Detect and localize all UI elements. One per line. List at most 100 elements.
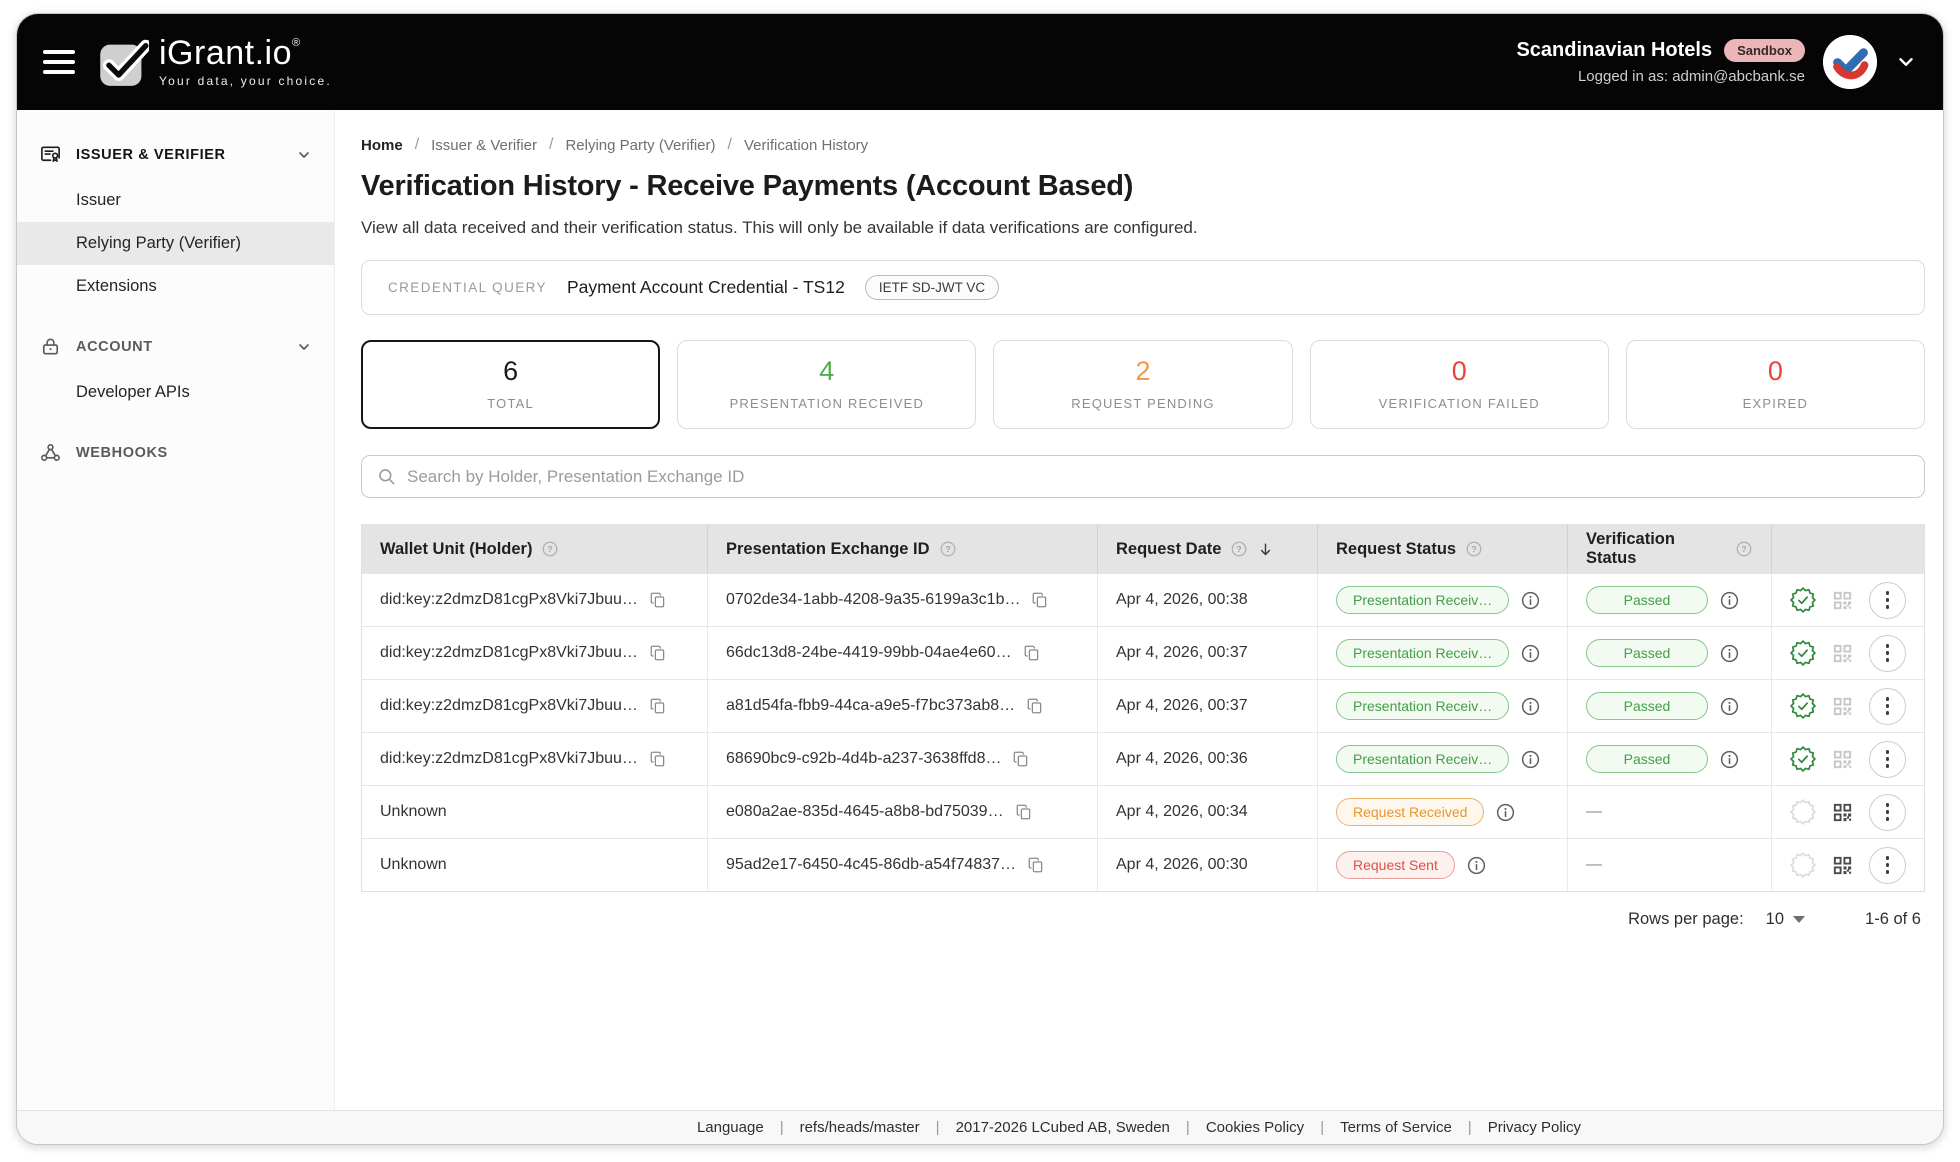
breadcrumb-relying-party[interactable]: Relying Party (Verifier) [565,137,715,154]
footer-privacy-link[interactable]: Privacy Policy [1488,1119,1581,1136]
footer-cookies-policy-link[interactable]: Cookies Policy [1206,1119,1304,1136]
sidebar-item-developer-apis[interactable]: Developer APIs [17,371,334,414]
verification-status-badge: Passed [1586,692,1708,720]
info-icon[interactable] [1520,643,1541,664]
copy-icon[interactable] [1031,591,1049,609]
logged-in-as: Logged in as: admin@abcbank.se [1516,68,1805,85]
row-actions-menu-icon[interactable] [1869,688,1906,725]
breadcrumb-separator: / [415,136,419,154]
credential-format-badge: IETF SD-JWT VC [865,275,999,300]
sidebar-item-extensions[interactable]: Extensions [17,265,334,308]
footer-terms-link[interactable]: Terms of Service [1340,1119,1452,1136]
verification-status-empty: — [1586,856,1602,874]
help-icon[interactable]: ? [1735,540,1753,558]
footer-language-link[interactable]: Language [697,1119,764,1136]
rows-per-page-select[interactable]: 10 [1766,910,1805,929]
sidebar-item-issuer[interactable]: Issuer [17,179,334,222]
credential-query-value: Payment Account Credential - TS12 [567,277,845,298]
hamburger-menu-icon[interactable] [43,50,75,74]
sidebar-item-relying-party[interactable]: Relying Party (Verifier) [17,222,334,265]
qr-code-icon[interactable] [1831,854,1854,877]
table-row: Unknown e080a2ae-835d-4645-a8b8-bd75039…… [362,785,1924,838]
info-icon[interactable] [1520,696,1541,717]
top-header: iGrant.io® Your data, your choice. Scand… [17,14,1943,110]
copy-icon[interactable] [1012,750,1030,768]
qr-code-icon[interactable] [1831,748,1854,771]
verified-seal-icon[interactable] [1790,693,1816,719]
exchange-id: 95ad2e17-6450-4c45-86db-a54f74837… [726,856,1016,874]
footer-separator: | [1468,1119,1472,1136]
copy-icon[interactable] [1023,644,1041,662]
row-actions-menu-icon[interactable] [1869,794,1906,831]
org-avatar[interactable] [1823,35,1877,89]
exchange-id: e080a2ae-835d-4645-a8b8-bd75039… [726,803,1004,821]
pagination-range: 1-6 of 6 [1865,910,1921,929]
stat-label: REQUEST PENDING [1000,396,1285,411]
qr-code-icon[interactable] [1831,642,1854,665]
row-actions-menu-icon[interactable] [1869,635,1906,672]
breadcrumb: Home / Issuer & Verifier / Relying Party… [361,136,1925,154]
stat-card-presentation-received[interactable]: 4PRESENTATION RECEIVED [677,340,976,429]
request-date: Apr 4, 2026, 00:38 [1116,591,1248,609]
credential-query-panel: CREDENTIAL QUERY Payment Account Credent… [361,260,1925,315]
request-status-badge: Presentation Receiv… [1336,586,1509,614]
verified-seal-icon[interactable] [1790,799,1816,825]
copy-icon[interactable] [649,591,667,609]
search-input[interactable] [407,467,1909,487]
sidebar-section-webhooks[interactable]: WEBHOOKS [17,428,334,477]
info-icon[interactable] [1466,855,1487,876]
stat-card-request-pending[interactable]: 2REQUEST PENDING [993,340,1292,429]
info-icon[interactable] [1719,643,1740,664]
stat-value: 4 [684,356,969,387]
stat-card-expired[interactable]: 0EXPIRED [1626,340,1925,429]
verification-status-badge: Passed [1586,745,1708,773]
copy-icon[interactable] [1026,697,1044,715]
stat-card-verification-failed[interactable]: 0VERIFICATION FAILED [1310,340,1609,429]
row-actions-menu-icon[interactable] [1869,582,1906,619]
stat-card-total[interactable]: 6TOTAL [361,340,660,429]
info-icon[interactable] [1520,590,1541,611]
svg-text:?: ? [548,544,553,554]
sidebar-section-account[interactable]: ACCOUNT [17,322,334,371]
breadcrumb-home[interactable]: Home [361,137,403,154]
qr-code-icon[interactable] [1831,589,1854,612]
copy-icon[interactable] [1015,803,1033,821]
help-icon[interactable]: ? [1230,540,1248,558]
verified-seal-icon[interactable] [1790,746,1816,772]
account-menu-chevron-down-icon[interactable] [1895,51,1917,73]
help-icon[interactable]: ? [1465,540,1483,558]
sort-descending-icon[interactable] [1257,541,1274,558]
row-actions-menu-icon[interactable] [1869,847,1906,884]
info-icon[interactable] [1520,749,1541,770]
info-icon[interactable] [1719,749,1740,770]
sidebar-section-issuer-verifier[interactable]: ISSUER & VERIFIER [17,130,334,179]
copy-icon[interactable] [1027,856,1045,874]
credential-query-label: CREDENTIAL QUERY [388,280,547,295]
qr-code-icon[interactable] [1831,695,1854,718]
info-icon[interactable] [1719,590,1740,611]
info-icon[interactable] [1495,802,1516,823]
copy-icon[interactable] [649,644,667,662]
breadcrumb-current: Verification History [744,137,868,154]
sidebar-section-label: WEBHOOKS [76,445,312,461]
verified-seal-icon[interactable] [1790,640,1816,666]
column-header-request-status: Request Status ? [1318,525,1568,573]
dropdown-caret-icon [1793,916,1805,923]
table-body: did:key:z2dmzD81cgPx8Vki7Jbuu… 0702de34-… [362,573,1924,891]
column-header-exchange-id: Presentation Exchange ID ? [708,525,1098,573]
row-actions-menu-icon[interactable] [1869,741,1906,778]
verification-status-empty: — [1586,803,1602,821]
copy-icon[interactable] [649,750,667,768]
help-icon[interactable]: ? [541,540,559,558]
info-icon[interactable] [1719,696,1740,717]
table-row: Unknown 95ad2e17-6450-4c45-86db-a54f7483… [362,838,1924,891]
footer-separator: | [780,1119,784,1136]
stat-value: 0 [1317,356,1602,387]
brand-name: iGrant.io® [159,36,332,70]
copy-icon[interactable] [649,697,667,715]
help-icon[interactable]: ? [939,540,957,558]
verified-seal-icon[interactable] [1790,852,1816,878]
breadcrumb-issuer-verifier[interactable]: Issuer & Verifier [431,137,537,154]
verified-seal-icon[interactable] [1790,587,1816,613]
qr-code-icon[interactable] [1831,801,1854,824]
